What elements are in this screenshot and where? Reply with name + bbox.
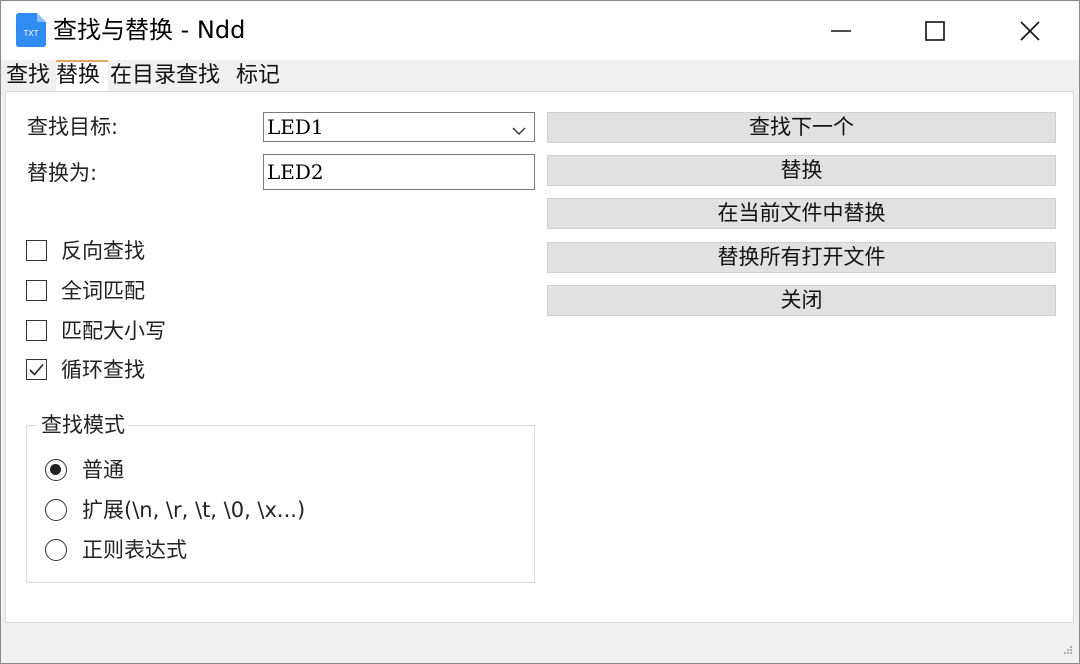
replace-button[interactable]: 替换 — [547, 155, 1056, 186]
minimize-button[interactable] — [795, 1, 887, 60]
replace-panel: 查找目标: LED1 替换为: LED2 查找下一个 替换 在当前文件中替换 替… — [5, 91, 1074, 623]
checkbox-checked[interactable] — [26, 359, 47, 380]
find-target-value: LED1 — [267, 115, 324, 139]
option-label: 匹配大小写 — [61, 319, 166, 343]
option-label: 反向查找 — [61, 239, 145, 263]
option-label: 全词匹配 — [61, 279, 145, 303]
resize-grip-icon[interactable] — [1063, 640, 1073, 659]
radio-selected[interactable] — [45, 459, 67, 481]
checkbox[interactable] — [26, 240, 47, 261]
radio-label: 普通 — [82, 458, 124, 482]
window-title: 查找与替换 - Ndd — [53, 16, 246, 44]
txt-file-icon: TXT — [16, 13, 46, 47]
maximize-icon — [925, 20, 945, 41]
minimize-icon — [831, 29, 851, 32]
tab-find[interactable]: 查找 — [6, 60, 56, 91]
checkbox[interactable] — [26, 320, 47, 341]
close-button[interactable]: 关闭 — [547, 285, 1056, 316]
find-replace-window: TXT 查找与替换 - Ndd 查找 替换 在目录查找 标记 查找目标: LED… — [0, 0, 1080, 664]
find-target-label: 查找目标: — [27, 115, 119, 139]
find-next-button[interactable]: 查找下一个 — [547, 112, 1056, 143]
search-mode-title: 查找模式 — [37, 411, 129, 439]
replace-in-current-file-button[interactable]: 在当前文件中替换 — [547, 198, 1056, 229]
checkmark-icon — [29, 363, 44, 376]
option-label: 循环查找 — [61, 358, 145, 382]
tab-bar: 查找 替换 在目录查找 标记 — [1, 60, 1079, 91]
tab-find-in-directory[interactable]: 在目录查找 — [110, 60, 234, 91]
maximize-button[interactable] — [889, 1, 981, 60]
radio[interactable] — [45, 499, 67, 521]
chevron-down-icon[interactable] — [512, 121, 526, 140]
svg-text:TXT: TXT — [23, 29, 38, 38]
replace-all-open-files-button[interactable]: 替换所有打开文件 — [547, 242, 1056, 273]
tab-replace[interactable]: 替换 — [56, 60, 108, 91]
radio[interactable] — [45, 539, 67, 561]
search-mode-group: 查找模式 普通 扩展(\n, \r, \t, \0, \x...) 正则表达式 — [26, 411, 535, 583]
replace-with-input[interactable]: LED2 — [263, 154, 535, 190]
replace-with-value: LED2 — [267, 160, 324, 184]
close-icon — [1020, 20, 1040, 41]
checkbox[interactable] — [26, 280, 47, 301]
radio-label: 扩展(\n, \r, \t, \0, \x...) — [82, 498, 306, 522]
title-bar: TXT 查找与替换 - Ndd — [1, 1, 1079, 60]
radio-label: 正则表达式 — [82, 538, 187, 562]
tab-mark[interactable]: 标记 — [236, 60, 286, 91]
find-target-combobox[interactable]: LED1 — [263, 112, 535, 142]
replace-with-label: 替换为: — [27, 161, 98, 185]
close-window-button[interactable] — [984, 1, 1076, 60]
